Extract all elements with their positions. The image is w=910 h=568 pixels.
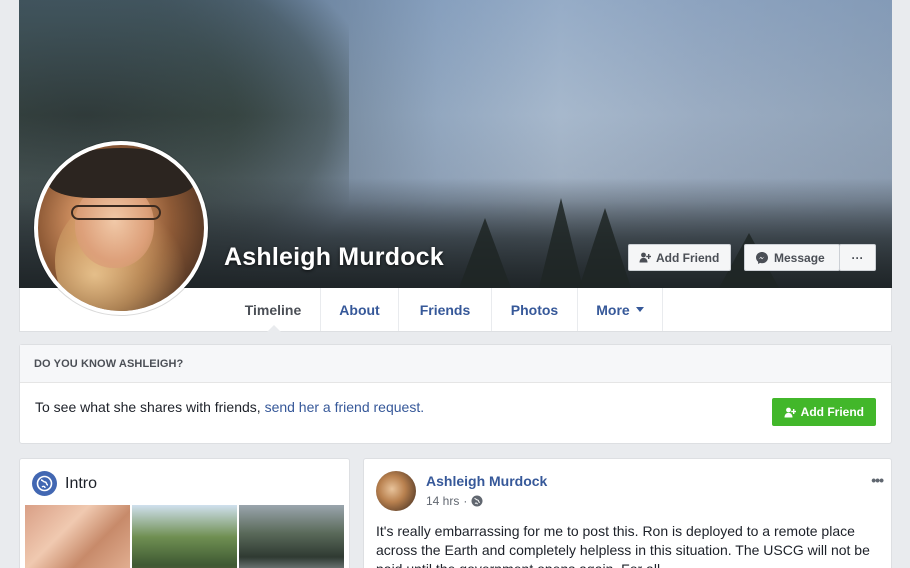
- add-friend-green-button[interactable]: Add Friend: [771, 398, 876, 426]
- tab-friends-label: Friends: [419, 301, 471, 318]
- avatar-glasses: [71, 204, 161, 220]
- do-you-know-message: To see what she shares with friends,: [35, 399, 261, 415]
- do-you-know-header: DO YOU KNOW ASHLEIGH?: [20, 345, 891, 383]
- post-meta-separator: ·: [463, 494, 468, 508]
- more-options-button[interactable]: ···: [839, 244, 876, 271]
- intro-card: Intro: [19, 458, 350, 568]
- tab-friends[interactable]: Friends: [398, 288, 491, 331]
- messenger-icon: [756, 251, 768, 264]
- globe-icon: [32, 471, 57, 496]
- intro-title: Intro: [65, 475, 98, 492]
- more-options-icon: ···: [851, 250, 864, 265]
- message-label: Message: [774, 250, 825, 265]
- add-friend-icon: [784, 407, 796, 417]
- message-button[interactable]: Message: [744, 244, 840, 271]
- send-friend-request-link[interactable]: send her a friend request.: [265, 399, 425, 415]
- profile-name[interactable]: Ashleigh Murdock: [224, 243, 444, 272]
- timeline-post: Ashleigh Murdock 14 hrs · ••• It's reall…: [363, 458, 892, 568]
- do-you-know-text: To see what she shares with friends, sen…: [35, 399, 424, 415]
- tab-photos-label: Photos: [510, 301, 559, 318]
- tab-timeline-label: Timeline: [244, 301, 302, 318]
- intro-photo[interactable]: [132, 505, 237, 568]
- cover-tree: [459, 218, 511, 288]
- profile-picture-image: [38, 145, 204, 311]
- profile-picture[interactable]: [34, 141, 208, 315]
- post-meta: 14 hrs ·: [426, 494, 483, 508]
- chevron-down-icon: [635, 307, 644, 312]
- add-friend-label: Add Friend: [656, 250, 720, 265]
- add-friend-green-label: Add Friend: [800, 405, 864, 419]
- tab-photos[interactable]: Photos: [491, 288, 577, 331]
- add-friend-button[interactable]: Add Friend: [628, 244, 731, 271]
- post-options-icon[interactable]: •••: [871, 472, 884, 488]
- intro-photo[interactable]: [239, 505, 344, 568]
- cover-tree: [579, 208, 631, 288]
- post-author-name[interactable]: Ashleigh Murdock: [426, 473, 547, 489]
- tab-more-label: More: [596, 301, 630, 318]
- tab-about-label: About: [339, 301, 380, 318]
- add-friend-icon: [639, 252, 651, 263]
- post-author-avatar[interactable]: [376, 471, 416, 511]
- avatar-hat: [47, 148, 195, 199]
- tab-timeline[interactable]: Timeline: [226, 288, 320, 332]
- do-you-know-box: DO YOU KNOW ASHLEIGH? To see what she sh…: [19, 344, 892, 444]
- active-tab-pointer: [267, 325, 281, 332]
- post-body-text: It's really embarrassing for me to post …: [376, 523, 870, 568]
- intro-photo[interactable]: [25, 505, 130, 568]
- cover-tree: [539, 198, 583, 288]
- public-globe-icon: [471, 495, 483, 507]
- post-timestamp[interactable]: 14 hrs: [426, 494, 459, 508]
- tab-more[interactable]: More: [577, 288, 663, 331]
- tab-about[interactable]: About: [320, 288, 398, 331]
